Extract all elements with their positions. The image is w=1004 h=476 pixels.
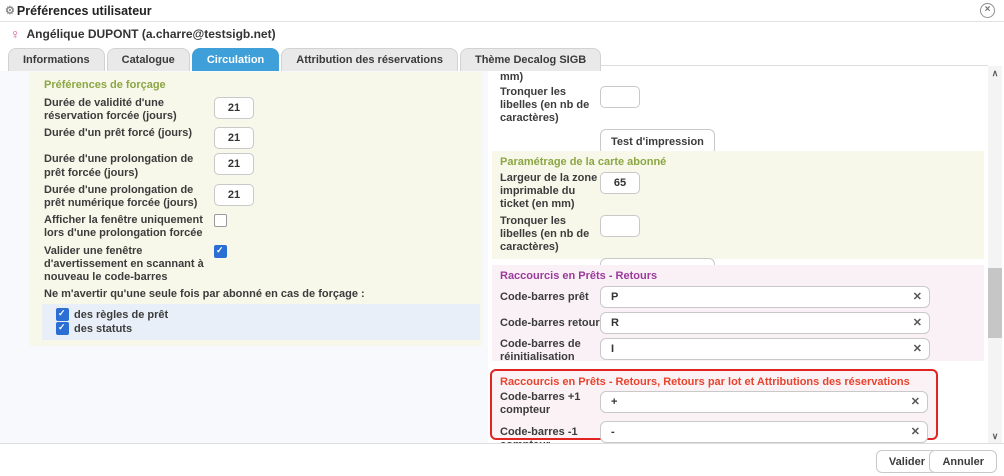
field-row: Code-barres prêt ✕ — [500, 286, 976, 308]
scroll-down-icon[interactable]: ∨ — [988, 429, 1002, 443]
card-truncate-labels-input[interactable] — [600, 215, 640, 237]
field-row: Code-barres +1 compteur ✕ — [500, 391, 928, 417]
field-row: Largeur de la zone imprimable du ticket … — [500, 172, 976, 211]
option-row: des statuts — [56, 322, 480, 335]
option-label: des règles de prêt — [74, 309, 168, 321]
loan-rules-checkbox[interactable] — [56, 308, 69, 321]
field-label: Tronquer les libelles (en nb de caractèr… — [500, 86, 600, 125]
option-label: des statuts — [74, 323, 132, 335]
checkbox-label: Valider une fenêtre d'avertissement en s… — [44, 245, 214, 285]
validate-warning-rescan-checkbox[interactable] — [214, 245, 227, 258]
forced-extension-duration-input[interactable] — [214, 153, 254, 175]
field-label: Code-barres de réinitialisation — [500, 338, 600, 364]
input-wrap: ✕ — [600, 338, 930, 360]
forced-digital-extension-duration-input[interactable] — [214, 184, 254, 206]
scroll-up-icon[interactable]: ∧ — [988, 66, 1002, 80]
field-label: Durée d'un prêt forcé (jours) — [44, 127, 214, 140]
section-title-member-card: Paramétrage de la carte abonné — [500, 156, 976, 168]
show-window-only-extension-checkbox[interactable] — [214, 214, 227, 227]
tab-circulation[interactable]: Circulation — [192, 48, 279, 71]
field-label: Code-barres -1 compteur — [500, 426, 600, 444]
field-row: Durée d'une prolongation de prêt numériq… — [44, 184, 472, 210]
forced-reservation-duration-input[interactable] — [214, 97, 254, 119]
reset-barcode-input[interactable] — [600, 338, 930, 360]
input-wrap: ✕ — [600, 286, 930, 308]
tab-informations[interactable]: Informations — [8, 48, 105, 71]
field-row: Code-barres retour ✕ — [500, 312, 976, 334]
field-label: Durée d'une prolongation de prêt numériq… — [44, 184, 214, 210]
member-card-section: Paramétrage de la carte abonné Largeur d… — [492, 151, 984, 259]
clear-icon[interactable]: ✕ — [911, 395, 920, 409]
tab-catalogue[interactable]: Catalogue — [107, 48, 190, 71]
forced-loan-duration-input[interactable] — [214, 127, 254, 149]
tab-theme-decalog[interactable]: Thème Decalog SIGB — [460, 48, 601, 71]
input-wrap: ✕ — [600, 421, 928, 443]
field-row: Tronquer les libelles (en nb de caractèr… — [500, 86, 976, 125]
loan-barcode-input[interactable] — [600, 286, 930, 308]
warn-once-options: des règles de prêt des statuts — [42, 304, 480, 340]
counter-shortcuts-section: Raccourcis en Prêts - Retours, Retours p… — [490, 369, 938, 440]
input-wrap: ✕ — [600, 312, 930, 334]
statuses-checkbox[interactable] — [56, 322, 69, 335]
field-label: Tronquer les libelles (en nb de caractèr… — [500, 215, 600, 254]
field-row: Code-barres -1 compteur ✕ — [500, 421, 928, 444]
counter-plus-one-barcode-input[interactable] — [600, 391, 928, 413]
field-label: Durée de validité d'une réservation forc… — [44, 97, 214, 123]
field-row: Durée d'une prolongation de prêt forcée … — [44, 153, 472, 179]
scrollbar-thumb[interactable] — [988, 268, 1002, 338]
checkbox-row: Valider une fenêtre d'avertissement en s… — [44, 245, 472, 285]
forcing-preferences-section: Préférences de forçage Durée de validité… — [30, 72, 482, 346]
truncated-label: mm) — [500, 71, 976, 83]
tab-attribution-reservations[interactable]: Attribution des réservations — [281, 48, 458, 71]
return-barcode-input[interactable] — [600, 312, 930, 334]
titlebar: ⚙ Préférences utilisateur — [0, 0, 1004, 22]
user-name: Angélique DUPONT (a.charre@testsigb.net) — [27, 27, 276, 41]
field-label: Largeur de la zone imprimable du ticket … — [500, 172, 600, 211]
close-icon[interactable]: × — [980, 3, 995, 18]
field-label: Durée d'une prolongation de prêt forcée … — [44, 153, 214, 179]
footer-divider — [0, 443, 1004, 444]
cancel-button[interactable]: Annuler — [929, 450, 997, 473]
field-label: Code-barres retour — [500, 317, 600, 330]
section-title-shortcuts: Raccourcis en Prêts - Retours — [500, 270, 976, 282]
field-row: Durée de validité d'une réservation forc… — [44, 97, 472, 123]
section-title-counter-shortcuts: Raccourcis en Prêts - Retours, Retours p… — [500, 376, 928, 388]
checkbox-label: Afficher la fenêtre uniquement lors d'un… — [44, 214, 214, 240]
preferences-icon: ⚙ — [5, 5, 15, 17]
field-label: Code-barres +1 compteur — [500, 391, 600, 417]
user-row: ♀ Angélique DUPONT (a.charre@testsigb.ne… — [10, 25, 276, 43]
counter-minus-one-barcode-input[interactable] — [600, 421, 928, 443]
field-label: Code-barres prêt — [500, 291, 600, 304]
warn-once-label: Ne m'avertir qu'une seule fois par abonn… — [44, 288, 472, 301]
ticket-section-partial: mm) Tronquer les libelles (en nb de cara… — [492, 66, 984, 160]
checkbox-row: Afficher la fenêtre uniquement lors d'un… — [44, 214, 472, 240]
clear-icon[interactable]: ✕ — [913, 290, 922, 304]
tab-bar: Informations Catalogue Circulation Attri… — [8, 48, 601, 71]
scrollable-settings-area: mm) Tronquer les libelles (en nb de cara… — [488, 65, 988, 444]
field-row: Durée d'un prêt forcé (jours) — [44, 127, 472, 149]
clear-icon[interactable]: ✕ — [913, 316, 922, 330]
input-wrap: ✕ — [600, 391, 928, 413]
loans-returns-shortcuts-section: Raccourcis en Prêts - Retours Code-barre… — [492, 265, 984, 361]
field-row: Tronquer les libelles (en nb de caractèr… — [500, 215, 976, 254]
female-gender-icon: ♀ — [10, 27, 21, 41]
ticket-truncate-labels-input[interactable] — [600, 86, 640, 108]
field-row: Code-barres de réinitialisation ✕ — [500, 338, 976, 364]
clear-icon[interactable]: ✕ — [913, 342, 922, 356]
vertical-scrollbar[interactable]: ∧ ∨ — [988, 66, 1002, 443]
dialog-title: Préférences utilisateur — [17, 4, 152, 18]
clear-icon[interactable]: ✕ — [911, 425, 920, 439]
section-title-forcing: Préférences de forçage — [44, 79, 472, 91]
card-printable-width-input[interactable] — [600, 172, 640, 194]
option-row: des règles de prêt — [56, 308, 480, 321]
